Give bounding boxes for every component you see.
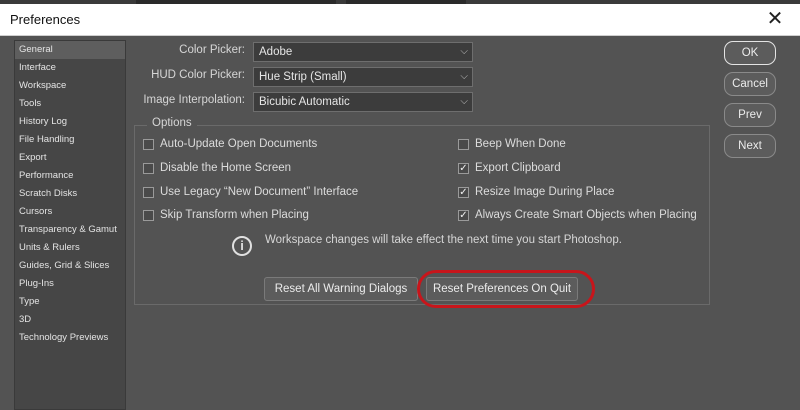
sidebar-item-plug-ins[interactable]: Plug-Ins: [15, 275, 125, 293]
sidebar-item-export[interactable]: Export: [15, 149, 125, 167]
reset-all-warning-dialogs-button[interactable]: Reset All Warning Dialogs: [264, 277, 418, 301]
sidebar-item-guides-grid-slices[interactable]: Guides, Grid & Slices: [15, 257, 125, 275]
close-icon[interactable]: ✕: [764, 7, 786, 31]
chevron-down-icon: ⌵: [460, 71, 468, 82]
checkmark-icon: ✓: [458, 187, 469, 198]
sidebar-item-history-log[interactable]: History Log: [15, 113, 125, 131]
chevron-down-icon: ⌵: [460, 46, 468, 57]
hud-color-picker-select[interactable]: Hue Strip (Small) ⌵: [253, 67, 473, 87]
sidebar-item-technology-previews[interactable]: Technology Previews: [15, 329, 125, 347]
chevron-down-icon: ⌵: [460, 96, 468, 107]
workspace-info-text: Workspace changes will take effect the n…: [265, 234, 622, 246]
window-title: Preferences: [10, 12, 81, 27]
checkbox-icon: [143, 139, 154, 150]
sidebar-item-3d[interactable]: 3D: [15, 311, 125, 329]
options-group-title: Options: [147, 117, 197, 129]
sidebar-item-transparency-gamut[interactable]: Transparency & Gamut: [15, 221, 125, 239]
checkbox-icon: [458, 139, 469, 150]
title-bar: Preferences ✕: [0, 4, 800, 36]
preferences-dialog: General Interface Workspace Tools Histor…: [0, 36, 800, 410]
checkbox-icon: [143, 187, 154, 198]
color-picker-label: Color Picker:: [179, 44, 245, 56]
hud-color-picker-label: HUD Color Picker:: [151, 69, 245, 81]
checkbox-icon: [143, 210, 154, 221]
sidebar-item-units-rulers[interactable]: Units & Rulers: [15, 239, 125, 257]
image-interpolation-select[interactable]: Bicubic Automatic ⌵: [253, 92, 473, 112]
color-picker-select[interactable]: Adobe ⌵: [253, 42, 473, 62]
checkbox-icon: [143, 163, 154, 174]
image-interpolation-value: Bicubic Automatic: [259, 96, 350, 108]
info-icon: i: [232, 236, 252, 256]
prev-button[interactable]: Prev: [724, 103, 776, 127]
next-button[interactable]: Next: [724, 134, 776, 158]
hud-color-picker-value: Hue Strip (Small): [259, 71, 347, 83]
checkmark-icon: ✓: [458, 210, 469, 221]
cancel-button[interactable]: Cancel: [724, 72, 776, 96]
reset-preferences-on-quit-button[interactable]: Reset Preferences On Quit: [426, 277, 578, 301]
sidebar-item-file-handling[interactable]: File Handling: [15, 131, 125, 149]
sidebar-item-scratch-disks[interactable]: Scratch Disks: [15, 185, 125, 203]
checkmark-icon: ✓: [458, 163, 469, 174]
image-interpolation-label: Image Interpolation:: [143, 94, 245, 106]
ok-button[interactable]: OK: [724, 41, 776, 65]
sidebar-item-type[interactable]: Type: [15, 293, 125, 311]
sidebar-item-performance[interactable]: Performance: [15, 167, 125, 185]
sidebar-item-cursors[interactable]: Cursors: [15, 203, 125, 221]
color-picker-value: Adobe: [259, 46, 293, 58]
